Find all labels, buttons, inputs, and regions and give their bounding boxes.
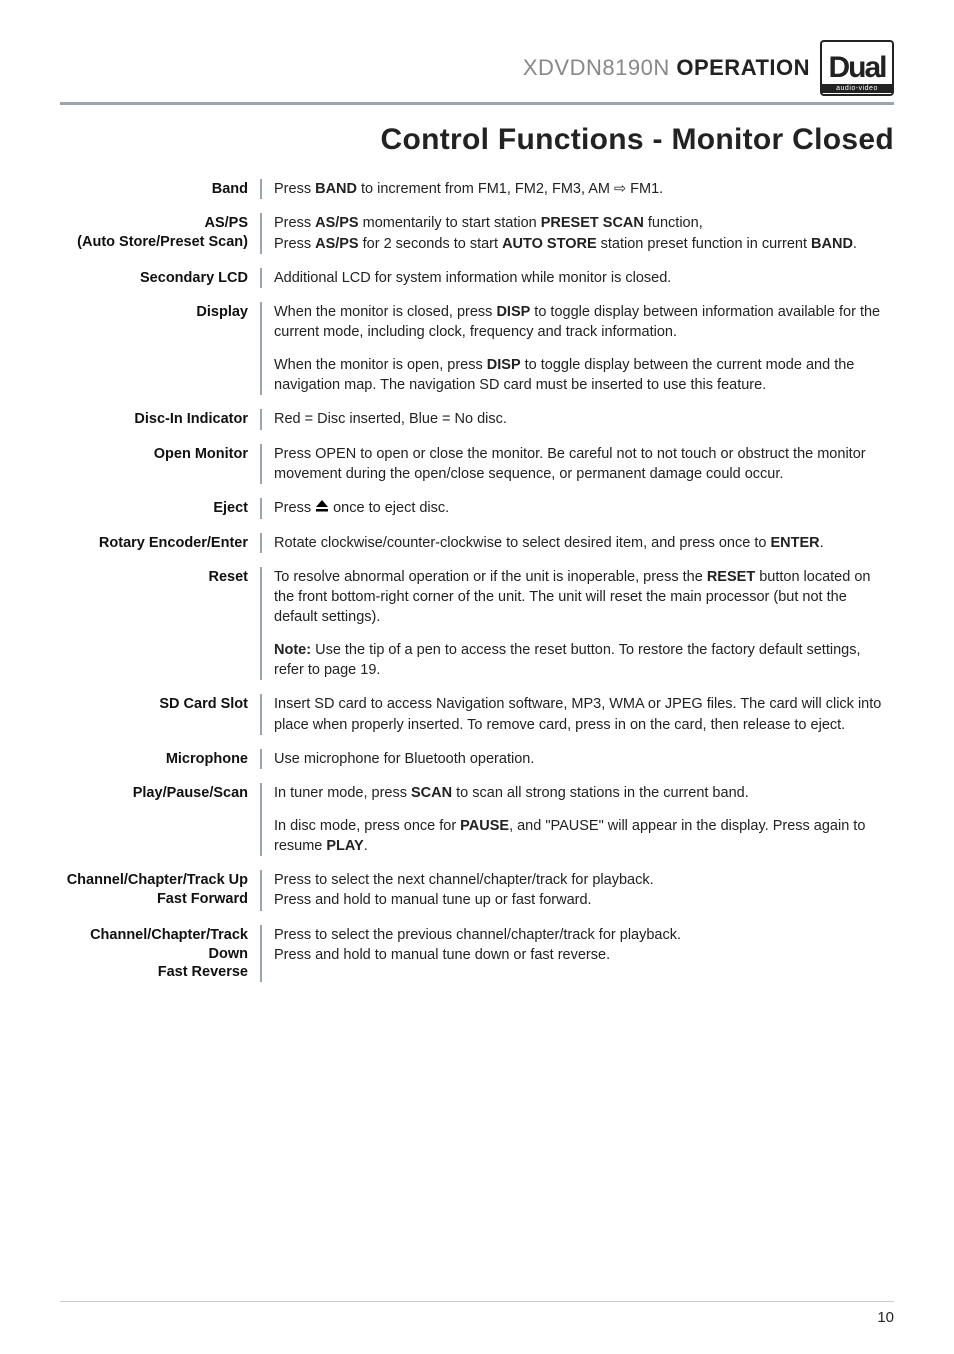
- definition-row: Disc-In Indicator Red = Disc inserted, Bl…: [60, 409, 894, 429]
- logo-sub-text: audio-video: [822, 84, 892, 93]
- row-label: Channel/Chapter/Track UpFast Forward: [60, 870, 260, 909]
- logo-main-text: Dual: [828, 53, 885, 83]
- definition-row: Eject Press once to eject disc.: [60, 498, 894, 518]
- brand-logo: Dual audio-video: [820, 40, 894, 96]
- row-label: Disc-In Indicator: [60, 409, 260, 429]
- description-paragraph: Additional LCD for system information wh…: [274, 268, 894, 288]
- row-description: Rotate clockwise/counter-clockwise to se…: [262, 533, 894, 553]
- row-label: Reset: [60, 567, 260, 587]
- description-paragraph: Press to select the previous channel/cha…: [274, 925, 894, 966]
- footer-divider: [60, 1301, 894, 1302]
- row-description: Press OPEN to open or close the monitor.…: [262, 444, 894, 485]
- definition-row: Rotary Encoder/Enter Rotate clockwise/cou…: [60, 533, 894, 553]
- row-description: Use microphone for Bluetooth operation.: [262, 749, 894, 769]
- header-model-text: XDVDN8190N OPERATION: [523, 55, 810, 81]
- header-model: XDVDN8190N: [523, 55, 670, 80]
- row-label: AS/PS(Auto Store/Preset Scan): [60, 213, 260, 252]
- row-label: Open Monitor: [60, 444, 260, 464]
- definition-row: Band Press BAND to increment from FM1, FM…: [60, 179, 894, 199]
- row-description: Press BAND to increment from FM1, FM2, F…: [262, 179, 894, 199]
- description-paragraph: Rotate clockwise/counter-clockwise to se…: [274, 533, 894, 553]
- description-paragraph: When the monitor is closed, press DISP t…: [274, 302, 894, 343]
- description-paragraph: Insert SD card to access Navigation soft…: [274, 694, 894, 735]
- row-description: Press once to eject disc.: [262, 498, 894, 518]
- definition-row: AS/PS(Auto Store/Preset Scan) Press AS/PS…: [60, 213, 894, 254]
- row-description: Red = Disc inserted, Blue = No disc.: [262, 409, 894, 429]
- row-label: Play/Pause/Scan: [60, 783, 260, 803]
- description-paragraph: In disc mode, press once for PAUSE, and …: [274, 816, 894, 857]
- definition-row: Channel/Chapter/Track DownFast Reverse Pr…: [60, 925, 894, 983]
- row-description: Press to select the previous channel/cha…: [262, 925, 894, 966]
- header: XDVDN8190N OPERATION Dual audio-video: [60, 40, 894, 96]
- definition-row: Microphone Use microphone for Bluetooth o…: [60, 749, 894, 769]
- description-paragraph: Press to select the next channel/chapter…: [274, 870, 894, 911]
- row-description: To resolve abnormal operation or if the …: [262, 567, 894, 680]
- row-label: Secondary LCD: [60, 268, 260, 288]
- row-label: Display: [60, 302, 260, 322]
- row-description: Additional LCD for system information wh…: [262, 268, 894, 288]
- page-title: Control Functions - Monitor Closed: [60, 123, 894, 157]
- row-label: Band: [60, 179, 260, 199]
- description-paragraph: Red = Disc inserted, Blue = No disc.: [274, 409, 894, 429]
- description-paragraph: Press AS/PS momentarily to start station…: [274, 213, 894, 254]
- definition-row: Channel/Chapter/Track UpFast Forward Pres…: [60, 870, 894, 911]
- description-paragraph: To resolve abnormal operation or if the …: [274, 567, 894, 628]
- definition-row: SD Card Slot Insert SD card to access Nav…: [60, 694, 894, 735]
- header-divider: [60, 102, 894, 105]
- definition-row: Open Monitor Press OPEN to open or close …: [60, 444, 894, 485]
- description-paragraph: Press OPEN to open or close the monitor.…: [274, 444, 894, 485]
- row-label: SD Card Slot: [60, 694, 260, 714]
- page-number: 10: [877, 1309, 894, 1326]
- description-paragraph: When the monitor is open, press DISP to …: [274, 355, 894, 396]
- description-paragraph: Press BAND to increment from FM1, FM2, F…: [274, 179, 894, 199]
- definition-row: Reset To resolve abnormal operation or if…: [60, 567, 894, 680]
- row-description: Insert SD card to access Navigation soft…: [262, 694, 894, 735]
- description-paragraph: Use microphone for Bluetooth operation.: [274, 749, 894, 769]
- row-description: Press to select the next channel/chapter…: [262, 870, 894, 911]
- row-label: Rotary Encoder/Enter: [60, 533, 260, 553]
- description-paragraph: Note: Use the tip of a pen to access the…: [274, 640, 894, 681]
- row-description: Press AS/PS momentarily to start station…: [262, 213, 894, 254]
- row-label: Microphone: [60, 749, 260, 769]
- header-operation: OPERATION: [676, 55, 810, 80]
- row-description: In tuner mode, press SCAN to scan all st…: [262, 783, 894, 856]
- definition-row: Play/Pause/Scan In tuner mode, press SCAN…: [60, 783, 894, 856]
- definition-row: Display When the monitor is closed, press…: [60, 302, 894, 395]
- description-paragraph: In tuner mode, press SCAN to scan all st…: [274, 783, 894, 803]
- row-description: When the monitor is closed, press DISP t…: [262, 302, 894, 395]
- description-paragraph: Press once to eject disc.: [274, 498, 894, 518]
- row-label: Channel/Chapter/Track DownFast Reverse: [60, 925, 260, 983]
- row-label: Eject: [60, 498, 260, 518]
- definition-row: Secondary LCD Additional LCD for system i…: [60, 268, 894, 288]
